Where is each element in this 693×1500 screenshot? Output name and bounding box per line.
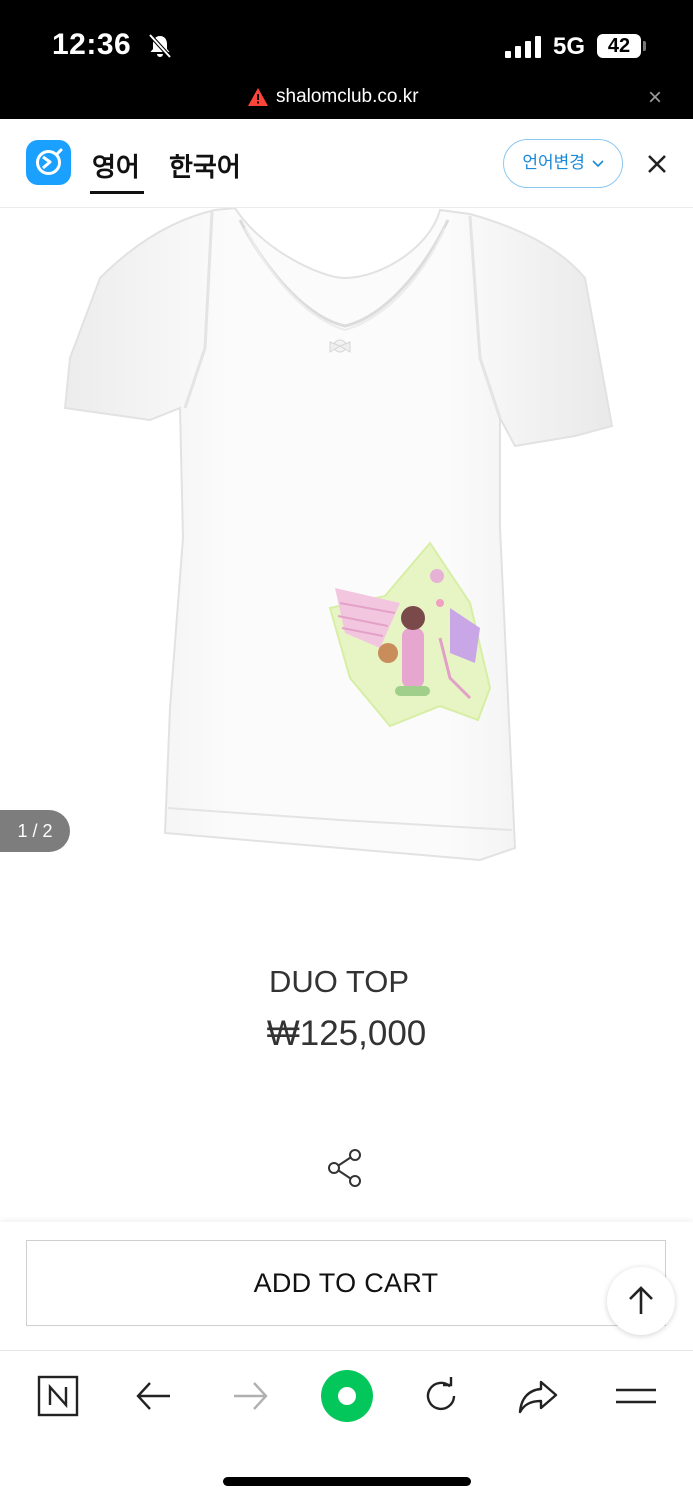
url-bar[interactable]: shalomclub.co.kr × — [0, 82, 693, 114]
cart-area: ADD TO CART — [0, 1222, 693, 1350]
product-image[interactable] — [0, 208, 693, 888]
battery-level: 42 — [597, 34, 641, 58]
naver-n-icon[interactable] — [36, 1374, 80, 1418]
bell-slash-icon — [148, 33, 172, 59]
status-bar: 12:36 5G 42 shalomclub.co.kr × — [0, 0, 693, 119]
battery-tip — [643, 41, 646, 51]
share-icon[interactable] — [326, 1148, 364, 1188]
close-translate-icon[interactable] — [644, 151, 670, 177]
hamburger-icon[interactable] — [614, 1374, 658, 1418]
status-time: 12:36 — [52, 28, 132, 61]
home-indicator — [223, 1477, 471, 1486]
warning-icon — [248, 88, 268, 106]
change-language-button[interactable]: 언어변경 — [503, 139, 623, 188]
papago-icon[interactable] — [26, 140, 71, 185]
scroll-top-button[interactable] — [607, 1267, 675, 1335]
translate-bar: 영어 한국어 언어변경 — [0, 119, 693, 208]
product-price: ₩125,000 — [266, 1014, 427, 1053]
arrow-left-icon[interactable] — [132, 1374, 176, 1418]
arrow-right-icon[interactable] — [228, 1374, 272, 1418]
product-name: DUO TOP — [268, 964, 410, 999]
url-text[interactable]: shalomclub.co.kr — [276, 86, 419, 108]
chevron-down-icon — [592, 159, 604, 167]
arrow-up-icon — [629, 1286, 653, 1314]
browser-toolbar — [0, 1350, 693, 1500]
tshirt-illustration — [63, 208, 614, 862]
network-type: 5G — [553, 33, 586, 60]
change-language-label: 언어변경 — [522, 153, 585, 172]
add-to-cart-button[interactable]: ADD TO CART — [26, 1240, 666, 1326]
share-arrow-icon[interactable] — [516, 1374, 560, 1418]
green-dot-icon[interactable] — [320, 1369, 374, 1423]
tab-korean[interactable]: 한국어 — [169, 147, 241, 184]
refresh-icon[interactable] — [419, 1374, 463, 1418]
close-icon[interactable]: × — [648, 84, 662, 112]
tab-english[interactable]: 영어 — [92, 147, 140, 184]
image-pager: 1 / 2 — [0, 810, 70, 852]
active-tab-indicator — [90, 191, 144, 194]
signal-icon — [505, 36, 541, 58]
